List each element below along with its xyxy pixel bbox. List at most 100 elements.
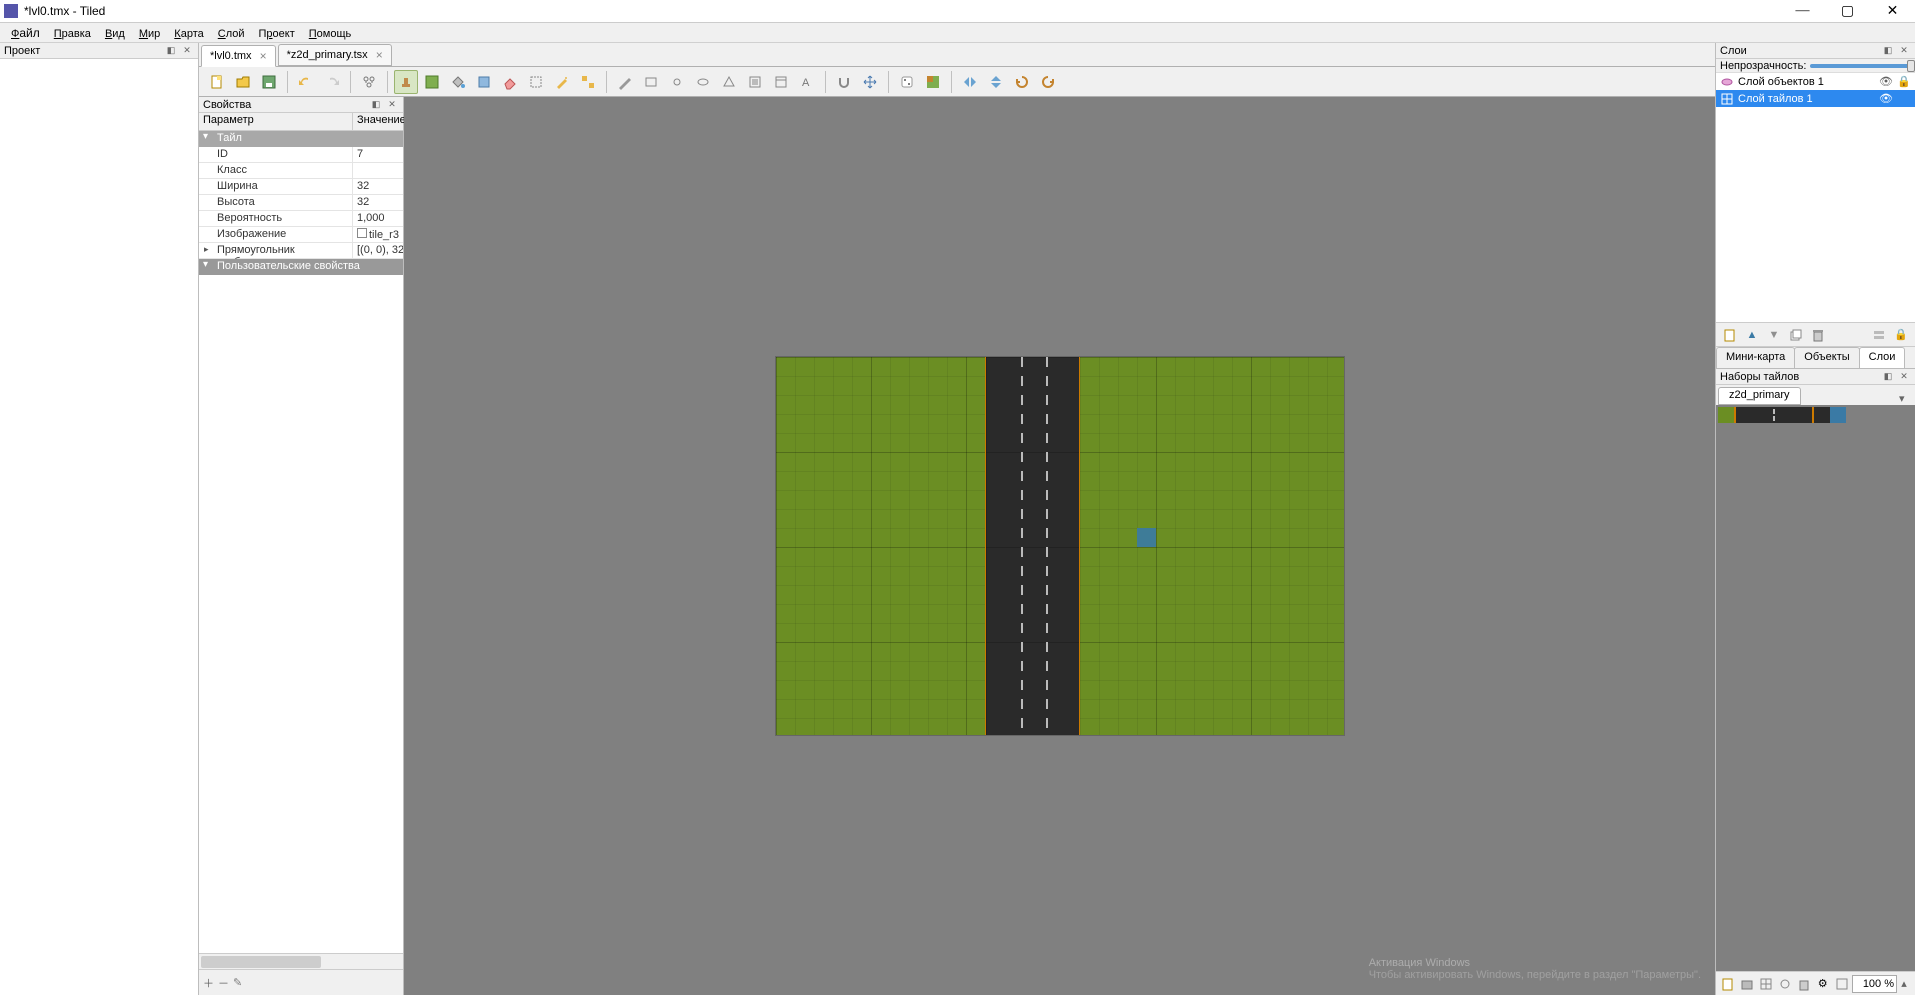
new-file-icon[interactable] [205,70,229,94]
insert-tile-icon[interactable] [743,70,767,94]
insert-template-icon[interactable] [769,70,793,94]
save-file-icon[interactable] [257,70,281,94]
tile-dark[interactable] [1814,407,1830,423]
properties-hscroll[interactable] [199,953,403,969]
prop-group-custom[interactable]: Пользовательские свойства [199,259,403,275]
insert-ellipse-icon[interactable] [691,70,715,94]
panel-close-icon[interactable]: ✕ [1897,371,1911,383]
visible-icon[interactable]: 👁 [1879,92,1893,105]
file-tab-tileset[interactable]: *z2d_primary.tsx × [278,44,392,66]
panel-float-icon[interactable]: ◧ [1881,45,1895,57]
map-canvas[interactable]: Активация Windows Чтобы активировать Win… [404,97,1715,995]
panel-float-icon[interactable]: ◧ [369,99,383,111]
random-icon[interactable] [895,70,919,94]
new-layer-icon[interactable] [1720,325,1740,345]
tile-selected[interactable] [1830,407,1846,423]
zoom-input[interactable] [1852,975,1897,993]
remove-prop-icon[interactable]: － [218,975,229,991]
magic-wand-icon[interactable] [550,70,574,94]
panel-close-icon[interactable]: ✕ [385,99,399,111]
close-icon[interactable]: × [260,49,267,63]
file-tab-lvl0[interactable]: *lvl0.tmx × [201,45,276,67]
eraser-tool-icon[interactable] [498,70,522,94]
insert-polygon-icon[interactable] [717,70,741,94]
tile-road-mid[interactable] [1766,407,1782,423]
menu-layer[interactable]: Слой [211,24,252,42]
rotate-left-icon[interactable] [1010,70,1034,94]
rect-select-icon[interactable] [524,70,548,94]
layer-row-objects[interactable]: Слой объектов 1 👁 🔒 [1716,73,1915,90]
replace-tileset-icon[interactable] [1777,974,1794,994]
new-tileset-icon[interactable] [1720,974,1737,994]
delete-tileset-icon[interactable] [1795,974,1812,994]
opacity-slider[interactable] [1810,64,1911,68]
project-tree[interactable] [0,59,198,995]
menu-file[interactable]: Файл [4,24,47,42]
lock-layers-icon[interactable]: 🔒 [1891,325,1911,345]
show-layers-icon[interactable] [1869,325,1889,345]
prop-group-tile[interactable]: Тайл [199,131,403,147]
terrain-tool-icon[interactable] [420,70,444,94]
add-prop-icon[interactable]: ＋ [203,975,214,991]
tile-road[interactable] [1782,407,1798,423]
tileset-menu-icon[interactable]: ▾ [1899,392,1915,405]
insert-point-icon[interactable] [665,70,689,94]
dynamic-wrap-icon[interactable] [1833,974,1850,994]
tileset-props-icon[interactable]: ⚙ [1814,974,1831,994]
lock-icon[interactable]: 🔒 [1897,75,1911,88]
open-file-icon[interactable] [231,70,255,94]
prop-row[interactable]: ID7 [199,147,403,163]
maximize-button[interactable]: ▢ [1825,0,1870,23]
close-button[interactable]: ✕ [1870,0,1915,23]
rotate-right-icon[interactable] [1036,70,1060,94]
edit-prop-icon[interactable]: ✎ [233,976,242,989]
insert-text-icon[interactable]: A [795,70,819,94]
tile-road-right[interactable] [1798,407,1814,423]
wangset-icon[interactable] [921,70,945,94]
command-icon[interactable] [357,70,381,94]
menu-edit[interactable]: Правка [47,24,98,42]
menu-view[interactable]: Вид [98,24,132,42]
flip-v-icon[interactable] [984,70,1008,94]
panel-close-icon[interactable]: ✕ [1897,45,1911,57]
redo-icon[interactable] [320,70,344,94]
prop-row[interactable]: Вероятность1,000 [199,211,403,227]
stamp-tool-icon[interactable] [394,70,418,94]
panel-float-icon[interactable]: ◧ [1881,371,1895,383]
undo-icon[interactable] [294,70,318,94]
insert-rect-icon[interactable] [639,70,663,94]
edit-tileset-icon[interactable] [1758,974,1775,994]
zoom-step-icon[interactable]: ▴ [1897,974,1911,994]
fill-tool-icon[interactable] [446,70,470,94]
prop-row[interactable]: Прямоугольник изображения[(0, 0), 32 x [199,243,403,259]
layer-up-icon[interactable]: ▲ [1742,325,1762,345]
menu-world[interactable]: Мир [132,24,167,42]
menu-project[interactable]: Проект [252,24,302,42]
shape-fill-icon[interactable] [472,70,496,94]
tab-layers[interactable]: Слои [1859,347,1906,368]
visible-icon[interactable]: 👁 [1879,75,1893,88]
tile-road-left[interactable] [1734,407,1750,423]
menu-map[interactable]: Карта [167,24,210,42]
close-icon[interactable]: × [376,48,383,62]
prop-row[interactable]: Изображениеtile_r3 [199,227,403,243]
select-same-icon[interactable] [576,70,600,94]
layer-row-tiles[interactable]: Слой тайлов 1 👁 [1716,90,1915,107]
duplicate-layer-icon[interactable] [1786,325,1806,345]
layer-down-icon[interactable]: ▼ [1764,325,1784,345]
panel-close-icon[interactable]: ✕ [180,45,194,57]
minimize-button[interactable]: — [1780,0,1825,23]
tilemap[interactable] [775,356,1345,736]
edit-polygon-icon[interactable] [613,70,637,94]
delete-layer-icon[interactable] [1808,325,1828,345]
tile-road[interactable] [1750,407,1766,423]
prop-row[interactable]: Высота32 [199,195,403,211]
flip-h-icon[interactable] [958,70,982,94]
tab-minimap[interactable]: Мини-карта [1716,347,1795,368]
layers-list[interactable]: Слой объектов 1 👁 🔒 Слой тайлов 1 👁 [1716,73,1915,323]
prop-row[interactable]: Класс [199,163,403,179]
embed-tileset-icon[interactable] [1739,974,1756,994]
tileset-tab[interactable]: z2d_primary [1718,387,1801,405]
prop-row[interactable]: Ширина32 [199,179,403,195]
tab-objects[interactable]: Объекты [1794,347,1859,368]
